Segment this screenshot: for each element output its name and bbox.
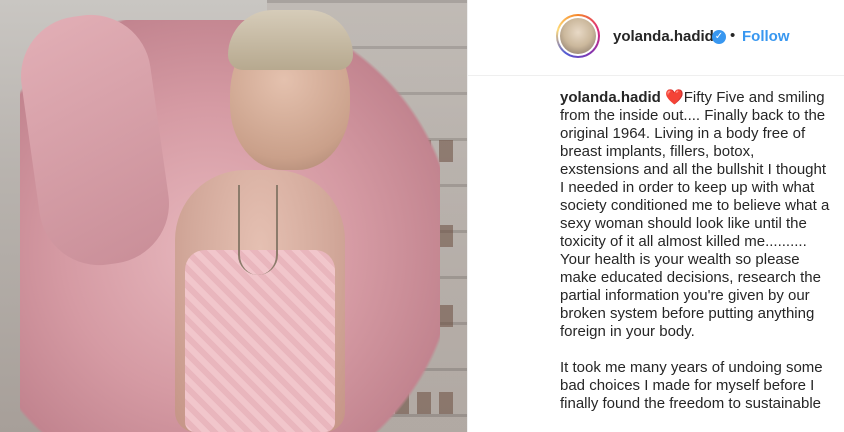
separator-dot: • (730, 27, 736, 44)
heart-icon: ❤️ (665, 89, 684, 106)
header-username[interactable]: yolanda.hadid (613, 28, 714, 45)
post-header: yolanda.hadid ✓ • Follow (468, 0, 844, 76)
caption-paragraph-1: yolanda.hadid ❤️Fifty Five and smiling f… (560, 89, 832, 341)
necklace (238, 185, 278, 275)
post-sidebar: yolanda.hadid ✓ • Follow yolanda.hadid ❤… (467, 0, 844, 432)
caption-text-1: Fifty Five and smiling from the inside o… (560, 89, 830, 340)
verified-badge-icon: ✓ (712, 30, 726, 44)
post-photo[interactable] (0, 0, 467, 432)
follow-button[interactable]: Follow (742, 28, 790, 45)
caption-paragraph-2: It took me many years of undoing some ba… (560, 359, 823, 412)
hair (228, 10, 353, 70)
caption-username[interactable]: yolanda.hadid (560, 89, 661, 106)
post-caption: yolanda.hadid ❤️Fifty Five and smiling f… (560, 89, 832, 431)
avatar-image (560, 18, 596, 54)
avatar[interactable] (556, 14, 600, 58)
lace-bodysuit (185, 250, 335, 432)
